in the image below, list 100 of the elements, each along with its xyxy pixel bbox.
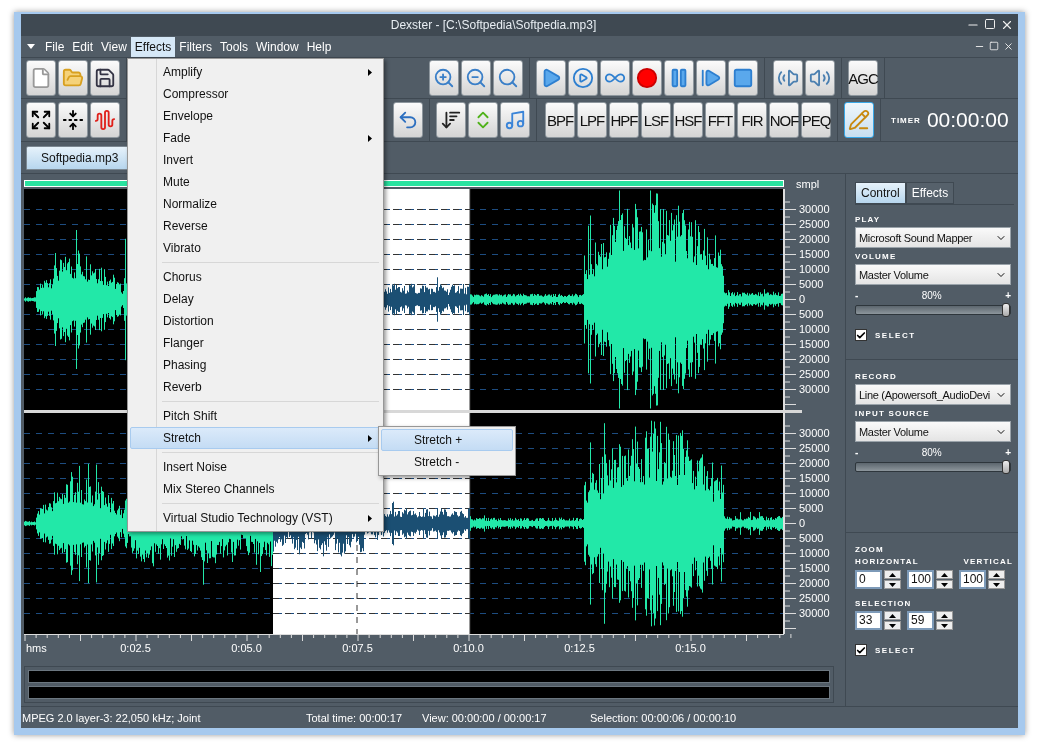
menu-item[interactable]: Envelope bbox=[130, 105, 381, 127]
number-field[interactable]: 100 bbox=[959, 570, 986, 589]
sort-button[interactable] bbox=[436, 102, 466, 138]
menu-item[interactable]: Stretch + bbox=[381, 429, 513, 451]
menu-item[interactable]: Normalize bbox=[130, 193, 381, 215]
agc-button[interactable]: AGC bbox=[848, 60, 878, 96]
filter-button[interactable]: BPF bbox=[545, 102, 575, 138]
checkbox[interactable] bbox=[855, 644, 867, 656]
filter-button[interactable]: LSF bbox=[641, 102, 671, 138]
dropdown[interactable]: Master Volume bbox=[855, 264, 1011, 285]
up-button[interactable] bbox=[988, 570, 1005, 579]
menu-item[interactable]: Stretch - bbox=[381, 451, 513, 473]
menu-item[interactable]: Mute bbox=[130, 171, 381, 193]
pause-button[interactable] bbox=[664, 60, 694, 96]
number-field[interactable]: 100 bbox=[907, 570, 934, 589]
zoom-fit-button[interactable] bbox=[493, 60, 523, 96]
volume-slider[interactable] bbox=[855, 305, 1011, 315]
down-button[interactable] bbox=[936, 580, 953, 589]
loop-button[interactable] bbox=[600, 60, 630, 96]
play-all-button[interactable] bbox=[568, 60, 598, 96]
menu-item[interactable]: Phasing bbox=[130, 354, 381, 376]
volume-slider[interactable] bbox=[855, 462, 1011, 472]
axis-label: 20000 bbox=[799, 352, 830, 367]
music-button[interactable] bbox=[500, 102, 530, 138]
menu-item[interactable]: Flanger bbox=[130, 332, 381, 354]
number-field[interactable]: 0 bbox=[855, 570, 882, 589]
menu-item[interactable]: Edit bbox=[68, 36, 98, 57]
down-button[interactable] bbox=[936, 621, 953, 630]
up-button[interactable] bbox=[884, 570, 901, 579]
menu-item[interactable]: Effects bbox=[130, 36, 176, 57]
menu-item[interactable]: Compressor bbox=[130, 83, 381, 105]
overview-track[interactable] bbox=[28, 670, 830, 683]
filter-button[interactable]: HSF bbox=[673, 102, 703, 138]
dropdown[interactable]: Line (Apowersoft_AudioDevi bbox=[855, 384, 1011, 405]
panel-tab[interactable]: Effects bbox=[905, 182, 955, 204]
close-icon[interactable] bbox=[1000, 18, 1014, 32]
dropdown-icon[interactable] bbox=[27, 44, 35, 49]
speaker-left-button[interactable] bbox=[773, 60, 803, 96]
speaker-right-button[interactable] bbox=[805, 60, 835, 96]
filter-button[interactable]: NOF bbox=[769, 102, 799, 138]
time-label: 0:12.5 bbox=[563, 642, 596, 656]
menu-item[interactable]: Insert Noise bbox=[130, 456, 381, 478]
filter-button[interactable]: HPF bbox=[609, 102, 639, 138]
dropdown[interactable]: Microsoft Sound Mapper bbox=[855, 227, 1011, 248]
overview-track[interactable] bbox=[28, 686, 830, 699]
step-forward-button[interactable] bbox=[696, 60, 726, 96]
section-label: VOLUME bbox=[855, 252, 898, 261]
panel-tab[interactable]: Control bbox=[855, 182, 906, 204]
menu-item[interactable]: Reverse bbox=[130, 215, 381, 237]
play-circle-icon bbox=[572, 67, 594, 89]
checkbox[interactable] bbox=[855, 329, 867, 341]
check-icon bbox=[856, 644, 866, 656]
menu-item[interactable]: Fade bbox=[130, 127, 381, 149]
compress-button[interactable] bbox=[58, 102, 88, 138]
number-field[interactable]: 59 bbox=[907, 611, 934, 630]
slider-thumb[interactable] bbox=[1002, 303, 1010, 317]
down-button[interactable] bbox=[884, 621, 901, 630]
menu-item[interactable]: Chorus bbox=[130, 266, 381, 288]
zoom-in-button[interactable] bbox=[429, 60, 459, 96]
menu-item[interactable]: Vibrato bbox=[130, 237, 381, 259]
menu-item[interactable]: File bbox=[41, 36, 69, 57]
filter-button[interactable]: FIR bbox=[737, 102, 767, 138]
up-button[interactable] bbox=[884, 611, 901, 620]
stop-button[interactable] bbox=[728, 60, 758, 96]
maximize-icon[interactable] bbox=[984, 18, 996, 30]
menu-item[interactable]: Help bbox=[302, 36, 336, 57]
menu-item[interactable]: Mix Stereo Channels bbox=[130, 478, 381, 500]
menu-item[interactable]: Pitch Shift bbox=[130, 405, 381, 427]
up-button[interactable] bbox=[936, 570, 953, 579]
new-button[interactable] bbox=[26, 60, 56, 96]
menu-item[interactable]: Virtual Studio Technology (VST) bbox=[130, 507, 381, 529]
menu-item[interactable]: Stretch bbox=[130, 427, 381, 449]
up-button[interactable] bbox=[936, 611, 953, 620]
play-button[interactable] bbox=[536, 60, 566, 96]
menu-item[interactable]: View bbox=[97, 36, 131, 57]
down-button[interactable] bbox=[884, 580, 901, 589]
menu-item[interactable]: Reverb bbox=[130, 376, 381, 398]
down-button[interactable] bbox=[988, 580, 1005, 589]
time-label: 0:10.0 bbox=[452, 642, 485, 656]
filter-button[interactable]: FFT bbox=[705, 102, 735, 138]
filter-button[interactable]: PEQ bbox=[801, 102, 831, 138]
noise-button[interactable] bbox=[90, 102, 120, 138]
pencil-button[interactable] bbox=[844, 102, 874, 138]
dropdown[interactable]: Master Volume bbox=[855, 421, 1011, 442]
menu-item[interactable]: Window bbox=[252, 36, 303, 57]
menu-item[interactable]: Filters bbox=[175, 36, 216, 57]
menu-item[interactable]: Distortion bbox=[130, 310, 381, 332]
record-button[interactable] bbox=[632, 60, 662, 96]
close-icon[interactable] bbox=[1003, 41, 1014, 52]
filter-button[interactable]: LPF bbox=[577, 102, 607, 138]
number-field[interactable]: 33 bbox=[855, 611, 882, 630]
expand-button[interactable] bbox=[26, 102, 56, 138]
undo-button[interactable] bbox=[393, 102, 423, 138]
menu-item[interactable]: Tools bbox=[215, 36, 252, 57]
save-button[interactable] bbox=[90, 60, 120, 96]
menu-item[interactable]: Delay bbox=[130, 288, 381, 310]
zoom-out-button[interactable] bbox=[461, 60, 491, 96]
slider-thumb[interactable] bbox=[1002, 460, 1010, 474]
menu-item[interactable]: Amplify bbox=[130, 61, 381, 83]
restore-icon[interactable] bbox=[989, 41, 999, 51]
